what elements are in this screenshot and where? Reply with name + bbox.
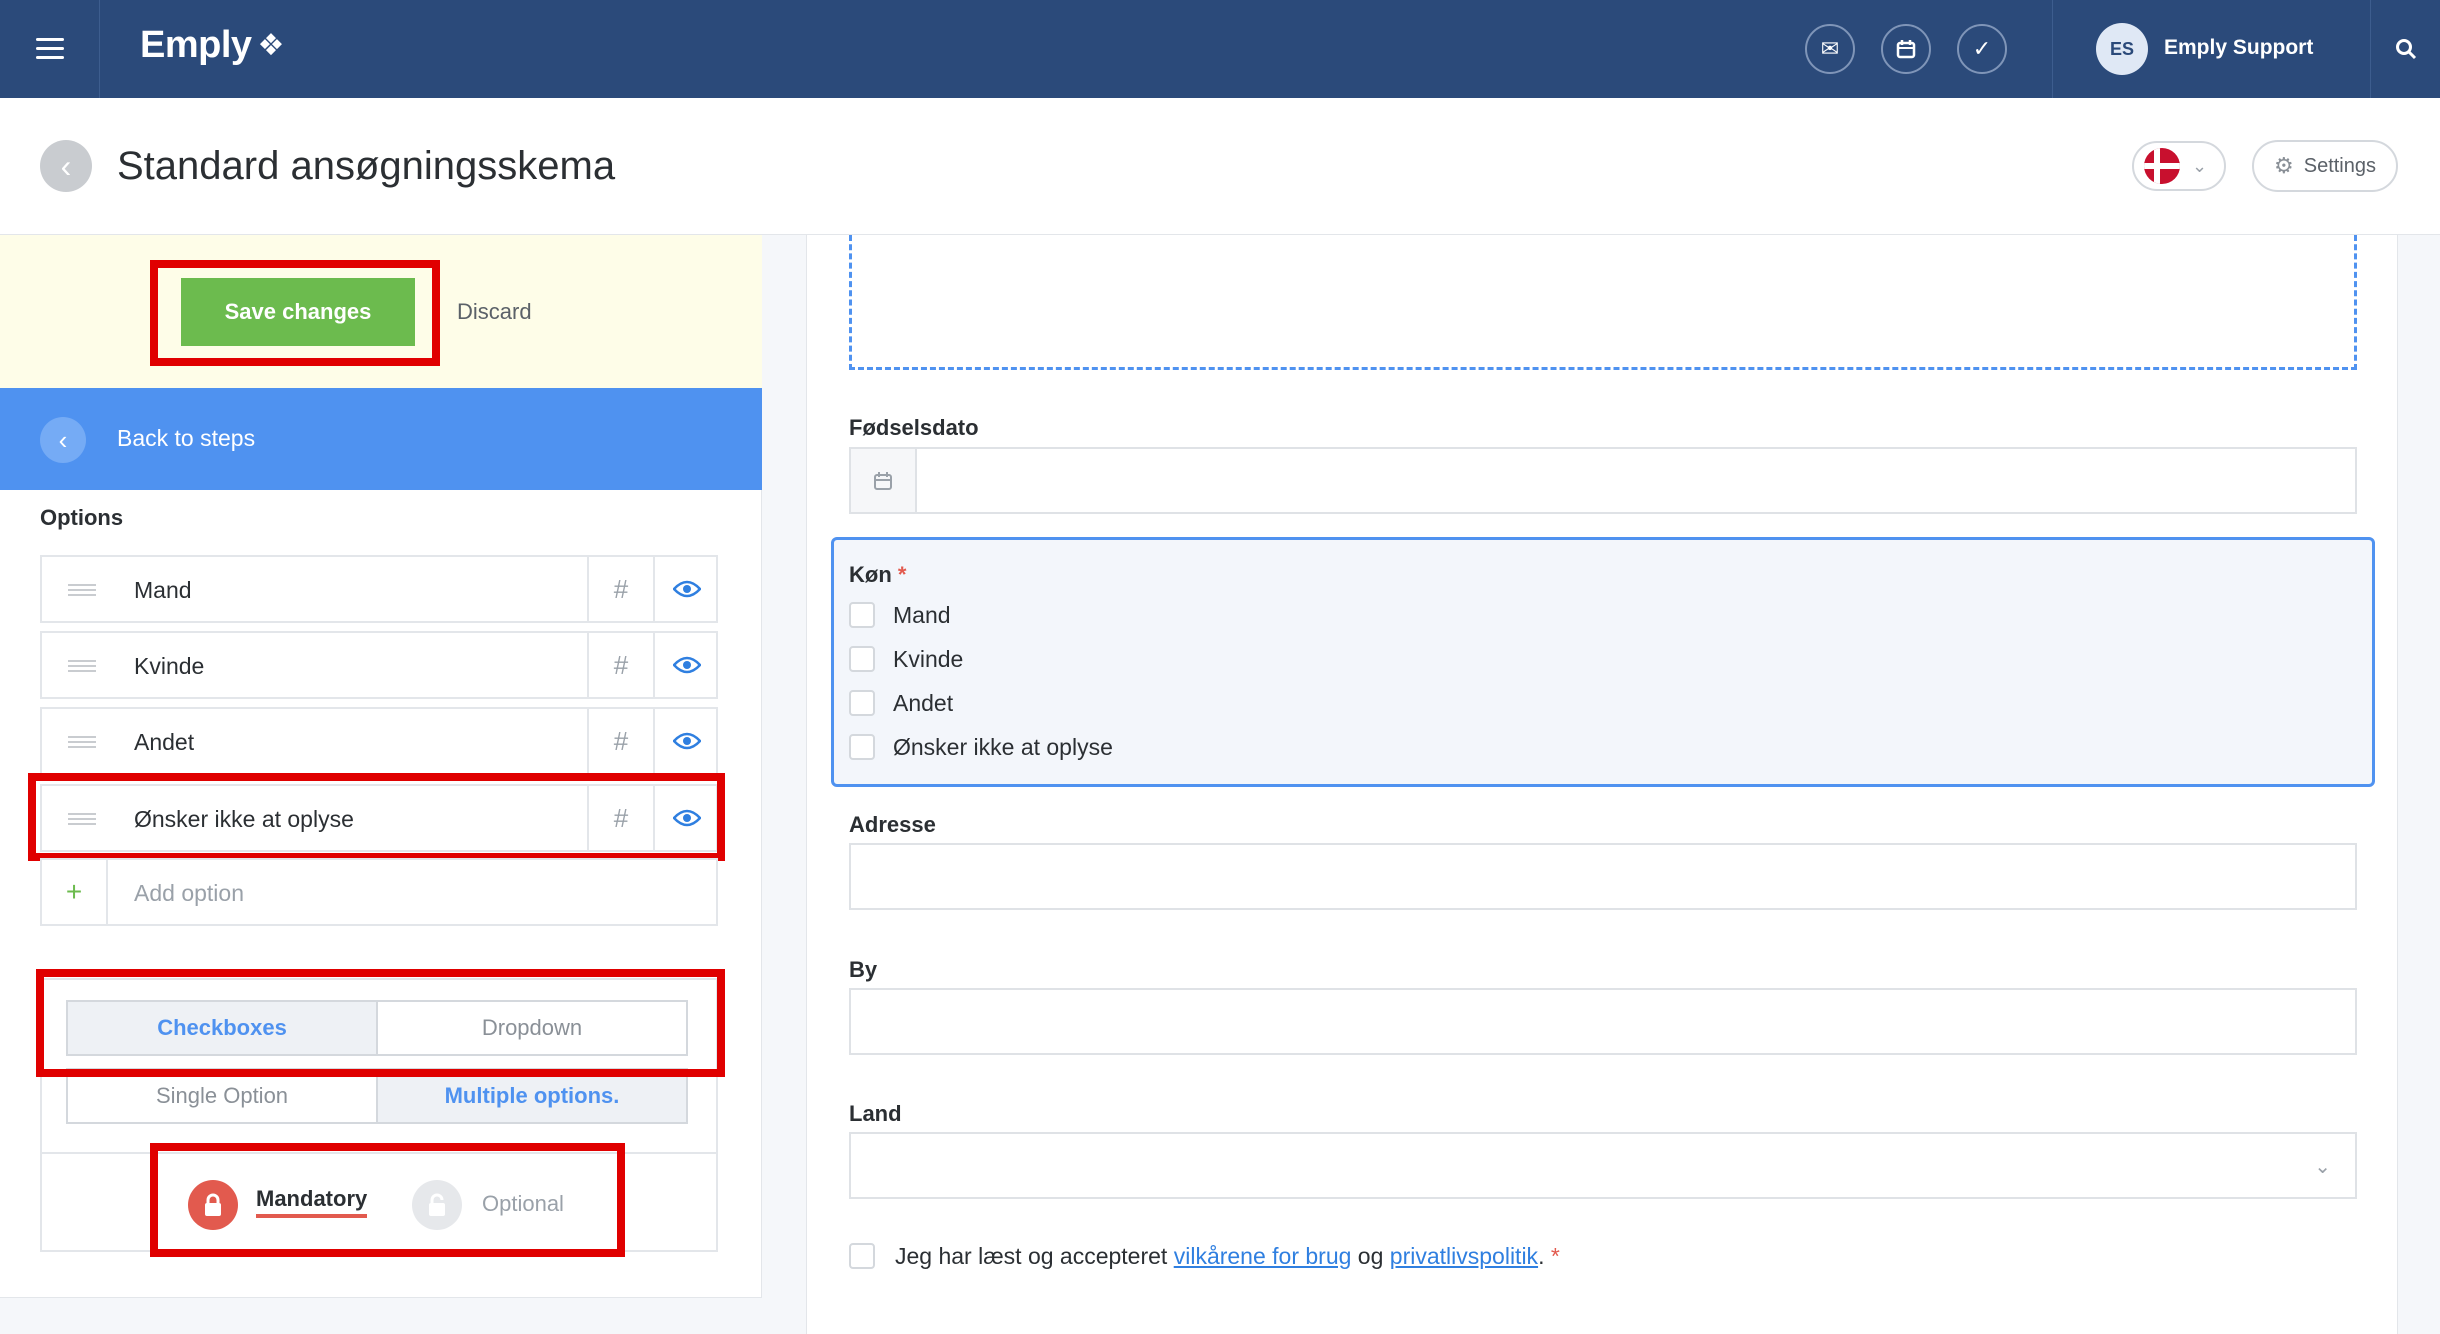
privacy-policy-link[interactable]: privatlivspolitik (1390, 1243, 1538, 1269)
panel-footer (0, 1297, 762, 1334)
gender-checkbox[interactable] (849, 602, 875, 628)
drag-handle-icon[interactable] (68, 660, 96, 672)
country-label: Land (849, 1101, 902, 1126)
back-to-steps-link[interactable]: ‹ Back to steps (0, 388, 762, 490)
birthdate-label: Fødselsdato (849, 415, 979, 440)
option-row[interactable]: Mand # (40, 555, 718, 623)
save-bar: Save changes Discard (0, 235, 762, 388)
divider (2052, 0, 2053, 98)
address-input[interactable] (849, 843, 2357, 910)
eye-icon[interactable] (653, 709, 718, 773)
drop-zone[interactable] (849, 235, 2357, 370)
gender-checkbox[interactable] (849, 734, 875, 760)
hash-icon[interactable]: # (587, 557, 653, 621)
address-label: Adresse (849, 812, 936, 837)
settings-label: Settings (2303, 154, 2376, 177)
highlight-box (36, 969, 725, 1077)
mail-icon[interactable]: ✉ (1805, 24, 1855, 74)
back-arrow-icon[interactable]: ‹ (40, 140, 92, 192)
eye-icon[interactable] (653, 557, 718, 621)
search-icon[interactable] (2370, 0, 2440, 98)
options-title: Options (40, 505, 124, 530)
chevron-down-icon: ⌄ (2314, 1156, 2331, 1178)
add-option-input[interactable]: Add option (134, 880, 244, 907)
top-navigation-bar: Emply ❖ ✉ ✓ ES Emply Support (0, 0, 2440, 98)
gender-checkbox[interactable] (849, 646, 875, 672)
language-selector[interactable]: ⌄ (2132, 141, 2226, 191)
gender-option-label[interactable]: Kvinde (893, 646, 963, 673)
option-row[interactable]: Andet # (40, 707, 718, 775)
gender-option-label[interactable]: Ønsker ikke at oplyse (893, 734, 1113, 761)
menu-icon[interactable] (0, 0, 100, 98)
field-editor-panel: Save changes Discard ‹ Back to steps Opt… (0, 235, 762, 1334)
highlight-box (28, 773, 725, 861)
gender-option-label[interactable]: Andet (893, 690, 953, 717)
user-name[interactable]: Emply Support (2164, 36, 2313, 60)
check-icon[interactable]: ✓ (1957, 24, 2007, 74)
back-to-steps-label: Back to steps (117, 425, 256, 451)
form-preview: Fødselsdato Køn * Mand Kvinde Andet Ønsk… (806, 235, 2398, 1334)
gender-checkbox[interactable] (849, 690, 875, 716)
birthdate-input[interactable] (849, 447, 2357, 514)
option-label[interactable]: Mand (134, 577, 192, 604)
calendar-icon[interactable] (1881, 24, 1931, 74)
avatar[interactable]: ES (2096, 23, 2148, 75)
terms-of-use-link[interactable]: vilkårene for brug (1174, 1243, 1352, 1269)
drag-handle-icon[interactable] (68, 584, 96, 596)
terms-text: Jeg har læst og accepteret vilkårene for… (895, 1243, 1560, 1269)
plus-icon[interactable]: + (42, 860, 108, 924)
page-title: Standard ansøgningsskema (117, 144, 616, 188)
chevron-down-icon: ⌄ (2192, 155, 2208, 176)
back-arrow-icon: ‹ (40, 417, 86, 463)
gender-field-selected[interactable]: Køn * Mand Kvinde Andet Ønsker ikke at o… (831, 537, 2375, 787)
hash-icon[interactable]: # (587, 633, 653, 697)
country-select[interactable]: ⌄ (849, 1132, 2357, 1199)
danish-flag-icon (2144, 148, 2180, 184)
required-mark: * (897, 562, 907, 587)
hash-icon[interactable]: # (587, 709, 653, 773)
city-label: By (849, 957, 878, 982)
brand-logo[interactable]: Emply ❖ (140, 24, 284, 67)
city-input[interactable] (849, 988, 2357, 1055)
calendar-icon[interactable] (851, 449, 917, 512)
gender-label: Køn * (849, 562, 907, 587)
eye-icon[interactable] (653, 633, 718, 697)
gender-option-label[interactable]: Mand (893, 602, 951, 629)
option-label[interactable]: Andet (134, 729, 194, 756)
highlight-box (150, 1143, 625, 1257)
gear-icon: ⚙ (2274, 153, 2294, 178)
required-mark: * (1550, 1243, 1560, 1269)
discard-button[interactable]: Discard (457, 299, 532, 325)
add-option-row[interactable]: + Add option (40, 858, 718, 926)
page-header: ‹ Standard ansøgningsskema ⌄ ⚙ Settings (0, 98, 2440, 235)
terms-checkbox[interactable] (849, 1243, 875, 1269)
save-changes-button[interactable]: Save changes (181, 278, 415, 346)
drag-handle-icon[interactable] (68, 736, 96, 748)
option-row[interactable]: Kvinde # (40, 631, 718, 699)
option-label[interactable]: Kvinde (134, 653, 204, 680)
settings-button[interactable]: ⚙ Settings (2252, 140, 2398, 192)
